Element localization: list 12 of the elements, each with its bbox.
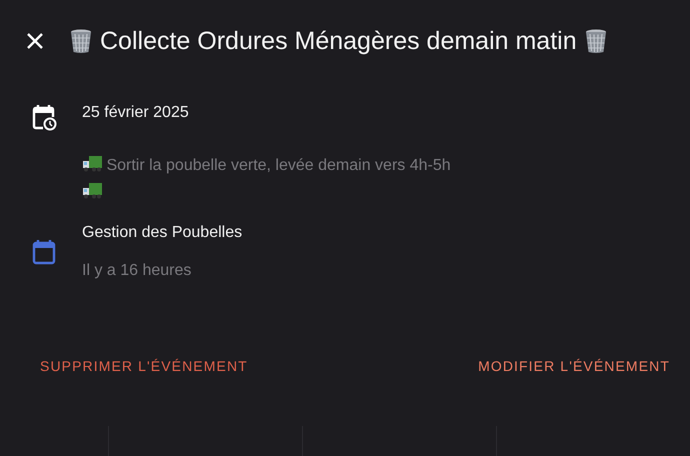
updated-time: Il y a 16 heures bbox=[82, 262, 192, 280]
event-date: 25 février 2025 bbox=[82, 104, 190, 122]
delete-event-button[interactable]: SUPPRIMER L'ÉVÉNEMENT bbox=[40, 358, 248, 374]
calendar-clock-icon bbox=[32, 104, 58, 132]
truck-icon bbox=[82, 155, 102, 172]
close-icon bbox=[26, 32, 44, 50]
calendar-name: Gestion des Poubelles bbox=[82, 224, 242, 242]
wastebasket-icon bbox=[68, 28, 94, 54]
event-description: Sortir la poubelle verte, levée demain vers 4h-5h bbox=[106, 157, 451, 174]
edit-event-button[interactable]: MODIFIER L'ÉVÉNEMENT bbox=[478, 358, 670, 374]
event-title: Collecte Ordures Ménagères demain matin bbox=[100, 26, 577, 56]
truck-icon bbox=[82, 182, 102, 199]
